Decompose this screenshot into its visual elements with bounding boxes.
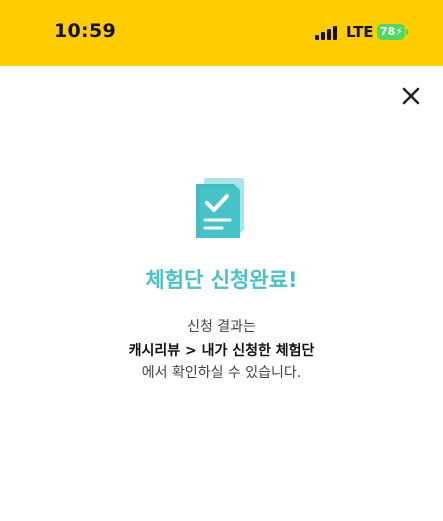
document-check-icon bbox=[190, 176, 254, 246]
battery-cap bbox=[406, 29, 408, 35]
battery-icon: 78 ⚡ bbox=[377, 24, 405, 40]
close-button[interactable] bbox=[398, 83, 424, 109]
battery-level: 78 bbox=[380, 25, 396, 38]
dialog-title: 체험단 신청완료! bbox=[145, 268, 298, 292]
message-line-2: 캐시리뷰 > 내가 신청한 체험단 bbox=[128, 343, 315, 359]
close-icon bbox=[402, 87, 420, 105]
status-bar: 10:59 LTE 78 ⚡ bbox=[0, 0, 443, 66]
network-type: LTE bbox=[346, 23, 374, 41]
charging-bolt-icon: ⚡ bbox=[395, 25, 403, 38]
message-line-1: 신청 결과는 bbox=[187, 319, 256, 335]
status-time: 10:59 bbox=[54, 20, 116, 42]
message-line-3: 에서 확인하실 수 있습니다. bbox=[141, 365, 302, 381]
cellular-signal-icon bbox=[315, 25, 339, 40]
